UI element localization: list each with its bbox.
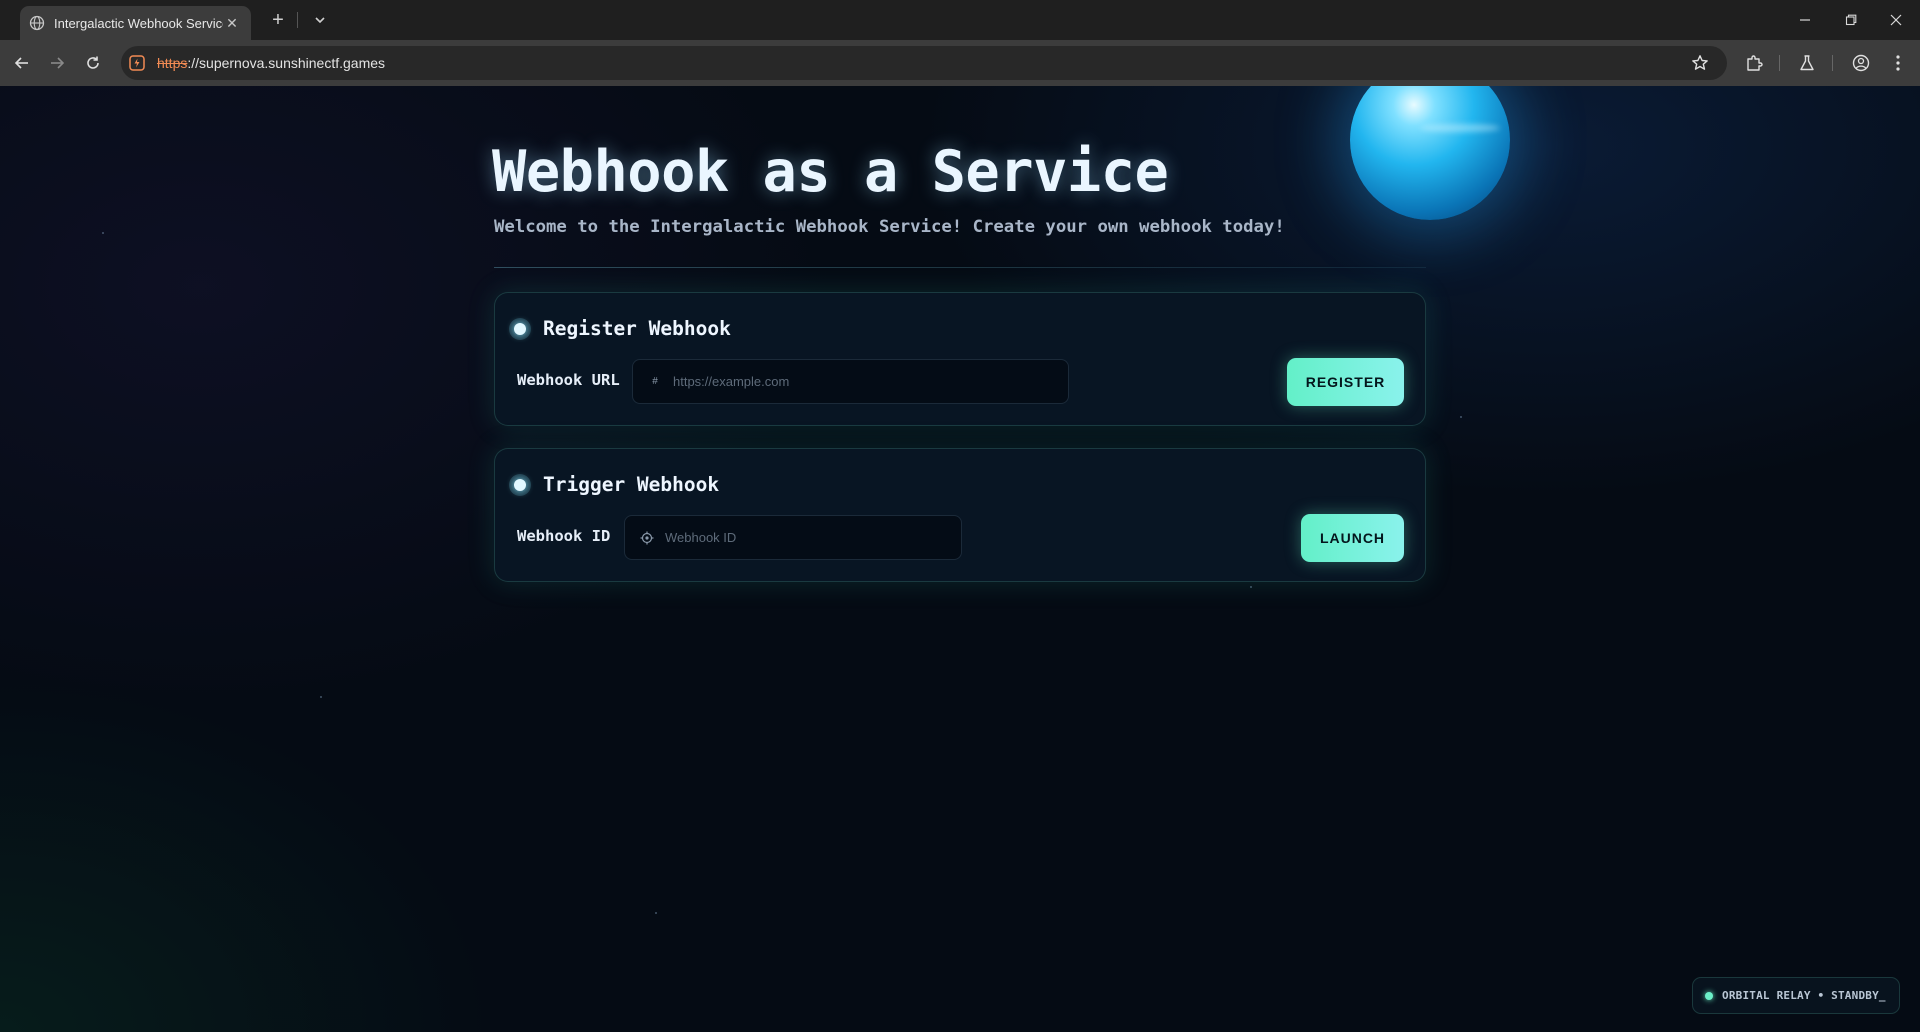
close-window-button[interactable] [1879,6,1913,34]
header-divider [494,267,1426,268]
globe-icon [29,15,45,31]
close-icon [1890,14,1902,26]
url-text[interactable]: https://supernova.sunshinectf.games [157,55,385,71]
tab-separator [297,12,298,28]
profile-button[interactable] [1850,52,1872,74]
minimize-button[interactable] [1788,6,1822,34]
url-scheme: https [157,55,188,71]
target-icon [639,531,655,545]
bookmark-star-icon[interactable] [1691,54,1709,72]
register-card-title: Register Webhook [543,317,731,340]
labs-button[interactable] [1796,52,1818,74]
hash-icon: # [652,376,658,387]
status-orb-icon [509,474,531,496]
register-webhook-card: Register Webhook Webhook URL # REGISTER [494,292,1426,426]
browser-tab[interactable]: Intergalactic Webhook Service ✕ [20,6,251,40]
url-host: ://supernova.sunshinectf.games [187,55,386,71]
orbital-relay-status: ORBITAL RELAY • STANDBY_ [1692,977,1900,1014]
webhook-id-field[interactable] [624,515,962,560]
status-orb-icon [509,318,531,340]
not-secure-icon[interactable] [128,54,146,72]
trigger-webhook-card: Trigger Webhook Webhook ID LAUNCH [494,448,1426,582]
back-arrow-icon [14,57,28,69]
new-tab-button[interactable]: + [266,8,290,32]
planet-ring-highlight [1420,124,1500,132]
background-star [655,912,657,914]
toolbar-separator [1832,55,1833,71]
background-star [1460,416,1462,418]
webhook-url-field[interactable]: # [632,359,1069,404]
planet-graphic [1350,86,1510,220]
webhook-url-input[interactable] [673,360,1068,403]
browser-tab-bar: Intergalactic Webhook Service ✕ + [0,0,1920,40]
page-viewport: Webhook as a Service Welcome to the Inte… [0,86,1920,1032]
status-indicator-dot [1705,991,1713,1000]
toolbar-separator [1779,55,1780,71]
background-star [1250,586,1252,588]
tab-close-icon[interactable]: ✕ [223,15,241,32]
tab-search-chevron-icon[interactable] [308,8,332,32]
register-button[interactable]: REGISTER [1287,358,1404,406]
minimize-icon [1800,19,1810,21]
tab-title: Intergalactic Webhook Service [54,15,223,31]
kebab-menu-icon [1896,55,1900,71]
restore-button[interactable] [1834,6,1868,34]
trigger-card-title: Trigger Webhook [543,473,720,496]
menu-button[interactable] [1887,52,1909,74]
restore-icon [1845,14,1857,26]
page-title: Webhook as a Service [492,139,1169,205]
reload-button[interactable] [79,49,107,77]
flask-icon [1800,55,1814,71]
back-button[interactable] [8,49,36,77]
webhook-url-label: Webhook URL [517,371,620,389]
background-star [102,232,104,234]
reload-icon [87,56,99,69]
launch-button[interactable]: LAUNCH [1301,514,1404,562]
address-bar[interactable]: https://supernova.sunshinectf.games [121,46,1727,80]
puzzle-icon [1747,55,1763,71]
browser-toolbar: https://supernova.sunshinectf.games [0,40,1920,86]
background-star [320,696,322,698]
forward-arrow-icon [51,57,65,69]
extensions-button[interactable] [1743,52,1765,74]
webhook-id-label: Webhook ID [517,527,611,545]
webhook-id-input[interactable] [665,516,961,559]
account-icon [1852,54,1870,72]
page-subtitle: Welcome to the Intergalactic Webhook Ser… [494,217,1285,237]
status-text: ORBITAL RELAY • STANDBY_ [1722,989,1886,1002]
forward-button[interactable] [43,49,71,77]
